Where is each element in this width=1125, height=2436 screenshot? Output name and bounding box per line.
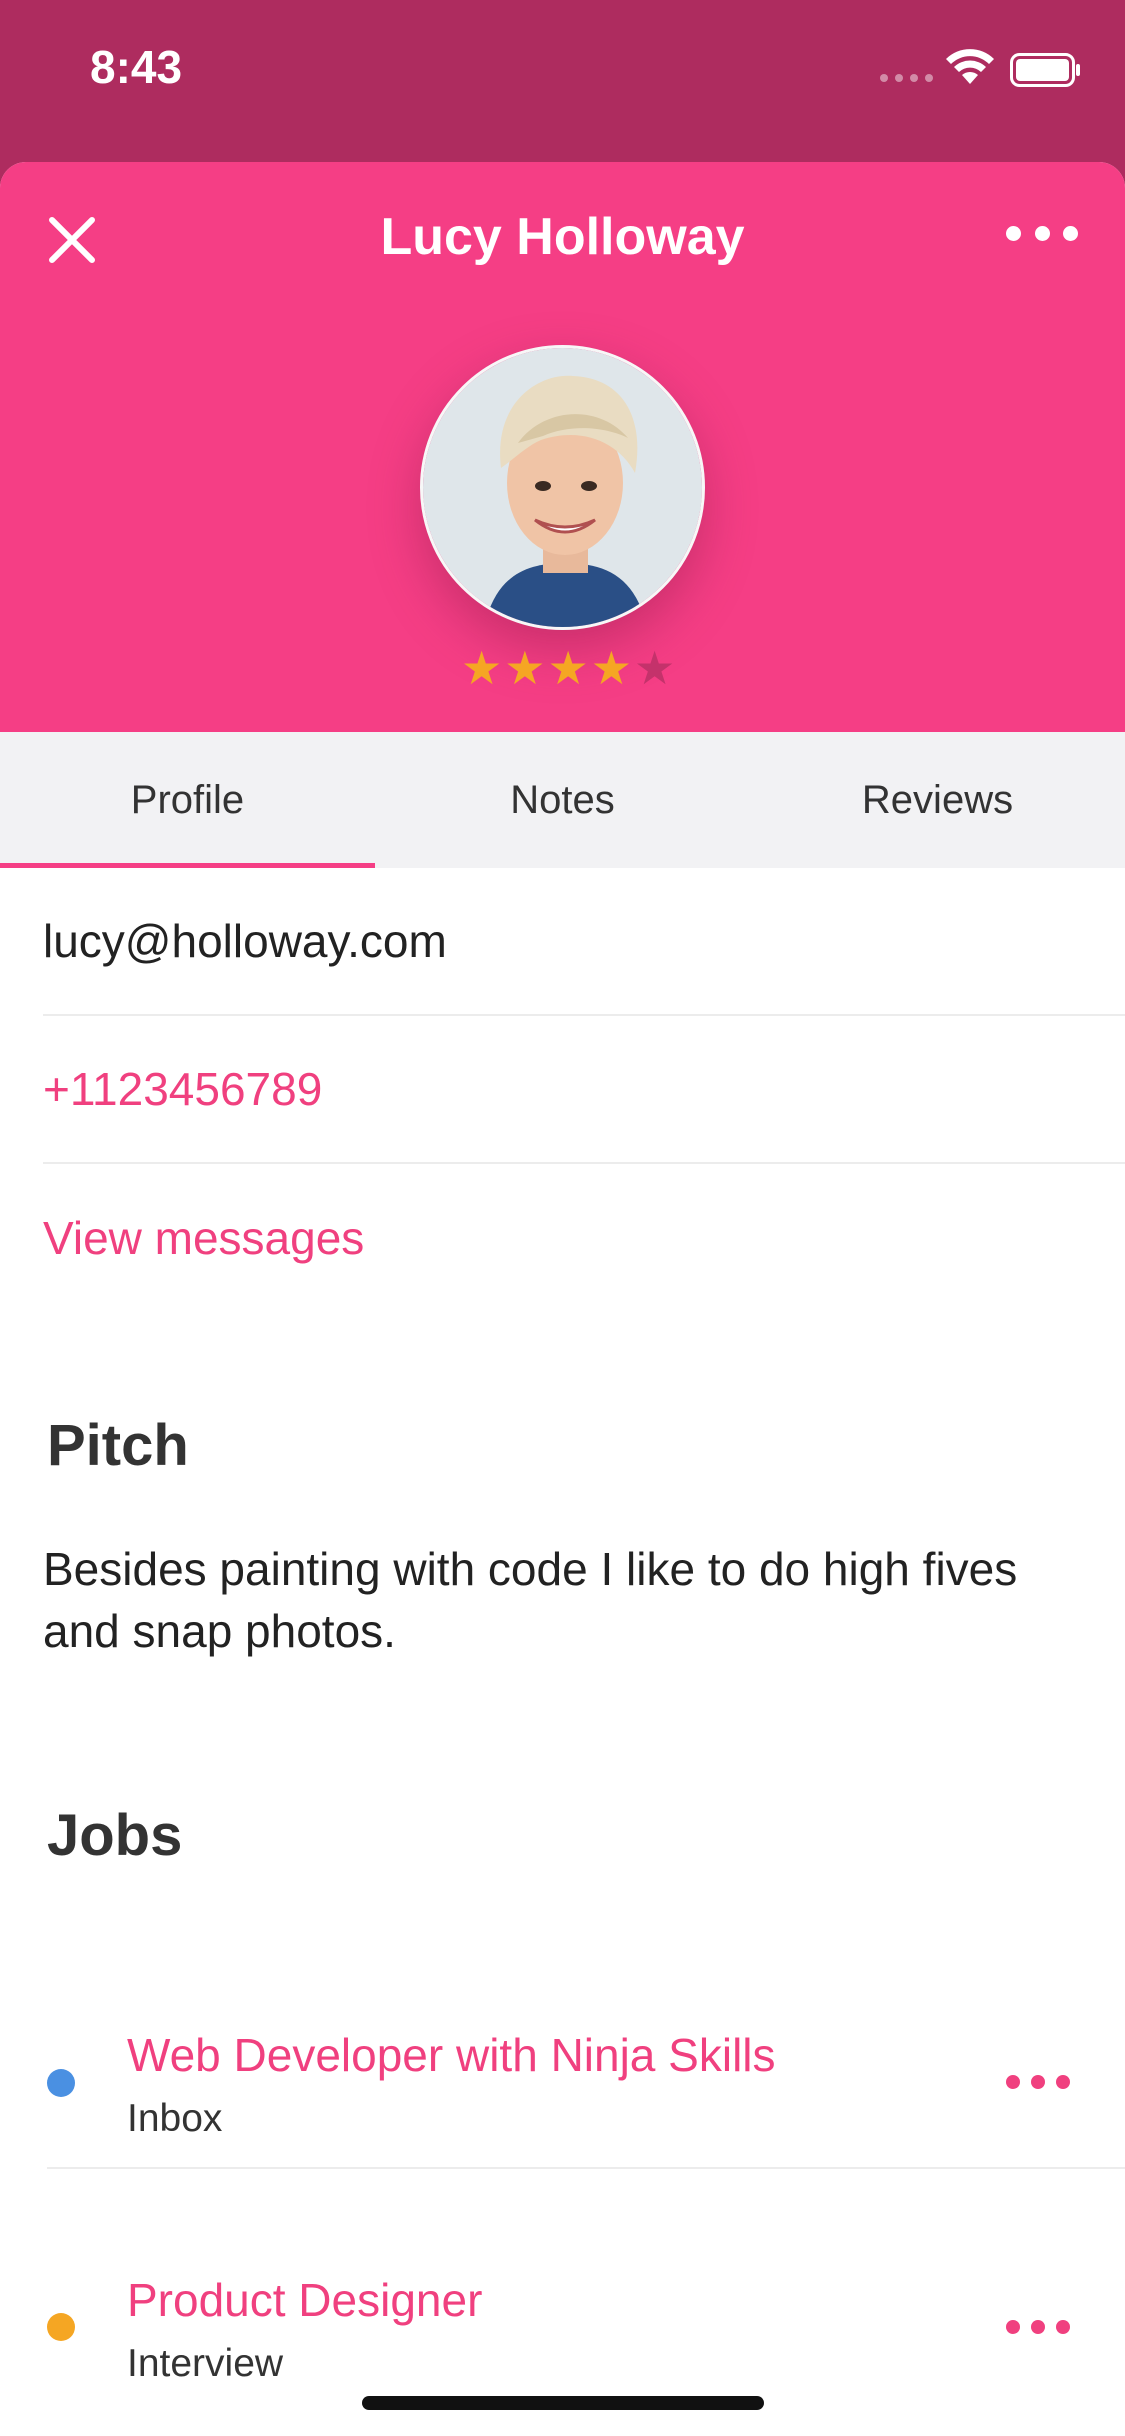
tab-reviews[interactable]: Reviews: [750, 732, 1125, 868]
profile-header: Lucy Holloway ★ ★ ★ ★ ★: [0, 162, 1125, 732]
pitch-heading: Pitch: [47, 1413, 189, 1478]
job-stage: Interview: [127, 2342, 284, 2385]
profile-sheet: Lucy Holloway ★ ★ ★ ★ ★ Profile Notes Re…: [0, 162, 1125, 2436]
tab-notes[interactable]: Notes: [375, 732, 750, 868]
battery-icon: [1010, 53, 1080, 87]
more-icon[interactable]: [1006, 2317, 1070, 2337]
star-icon: ★: [504, 642, 546, 694]
rating-stars: ★ ★ ★ ★ ★: [461, 645, 675, 691]
cellular-signal-icon: [880, 74, 933, 82]
star-icon: ★: [461, 642, 503, 694]
job-status-dot: [47, 2069, 75, 2097]
view-messages-row[interactable]: View messages: [43, 1164, 1125, 1312]
job-status-dot: [47, 2313, 75, 2341]
pitch-text: Besides painting with code I like to do …: [43, 1543, 1018, 1657]
jobs-heading: Jobs: [47, 1803, 183, 1868]
star-icon: ★: [590, 642, 632, 694]
phone-link[interactable]: +1123456789: [43, 1062, 322, 1116]
wifi-icon: [946, 49, 994, 84]
star-icon: ★: [634, 642, 676, 694]
phone-row[interactable]: +1123456789: [43, 1016, 1125, 1164]
tab-bar: Profile Notes Reviews: [0, 732, 1125, 868]
avatar: [420, 345, 705, 630]
star-icon: ★: [547, 642, 589, 694]
job-stage: Inbox: [127, 2097, 223, 2140]
more-icon[interactable]: [1006, 218, 1078, 248]
tab-profile[interactable]: Profile: [0, 732, 375, 868]
email-row[interactable]: lucy@holloway.com: [43, 868, 1125, 1016]
email-value: lucy@holloway.com: [43, 915, 447, 967]
job-item[interactable]: Web Developer with Ninja Skills Inbox: [0, 1922, 1125, 2158]
more-icon[interactable]: [1006, 2072, 1070, 2092]
status-bar: 8:43: [0, 0, 1125, 160]
job-item[interactable]: Product Designer Interview: [0, 2167, 1125, 2403]
view-messages-link[interactable]: View messages: [43, 1211, 364, 1265]
status-time: 8:43: [90, 41, 183, 93]
home-indicator[interactable]: [362, 2396, 764, 2410]
job-title[interactable]: Product Designer: [127, 2273, 482, 2327]
contact-name-title: Lucy Holloway: [380, 208, 745, 266]
job-title[interactable]: Web Developer with Ninja Skills: [127, 2028, 776, 2082]
